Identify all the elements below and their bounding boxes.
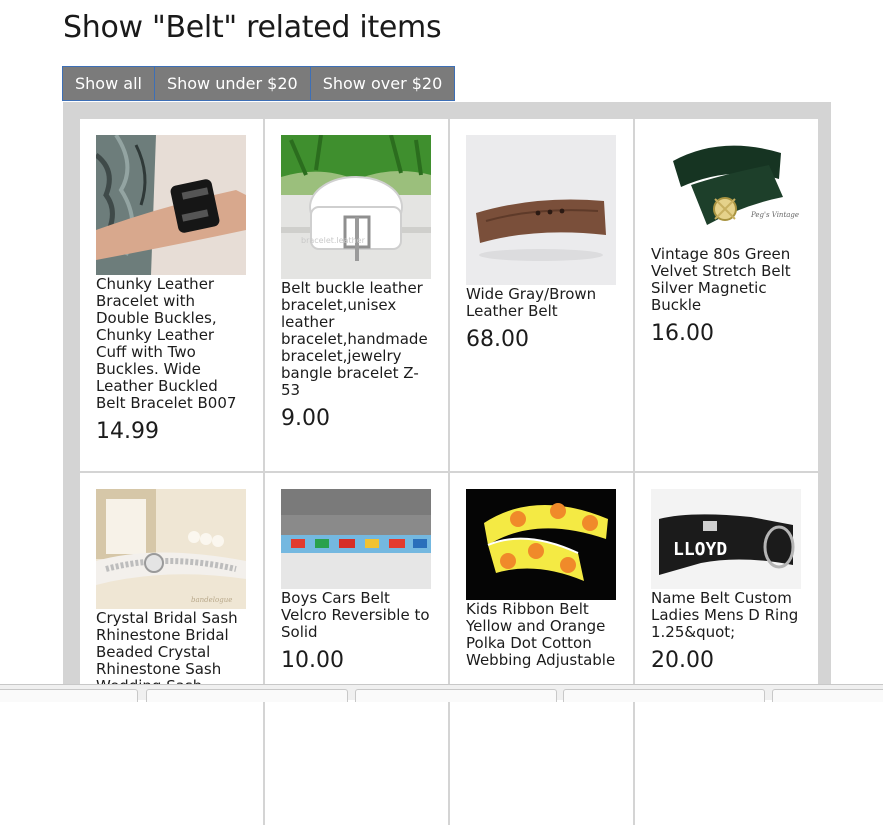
bottom-tab[interactable]: [563, 689, 765, 702]
product-card[interactable]: Kids Ribbon Belt Yellow and Orange Polka…: [450, 473, 633, 825]
belt-name-text: LLOYD: [673, 539, 727, 560]
product-title[interactable]: Chunky Leather Bracelet with Double Buck…: [96, 276, 247, 412]
product-title[interactable]: Name Belt Custom Ladies Mens D Ring 1.25…: [651, 590, 802, 641]
product-title[interactable]: Boys Cars Belt Velcro Reversible to Soli…: [281, 590, 432, 641]
product-title[interactable]: Kids Ribbon Belt Yellow and Orange Polka…: [466, 601, 617, 669]
page-title: Show "Belt" related items: [63, 10, 442, 45]
product-card[interactable]: LLOYD Name Belt Custom Ladies Mens D Rin…: [635, 473, 818, 825]
product-card[interactable]: Peg's Vintage Vintage 80s Green Velvet S…: [635, 119, 818, 471]
product-title[interactable]: Vintage 80s Green Velvet Stretch Belt Si…: [651, 246, 802, 314]
product-image[interactable]: [96, 135, 246, 275]
bottom-tab[interactable]: [772, 689, 883, 702]
product-card[interactable]: bracelet.leather Belt buckle leather bra…: [265, 119, 448, 471]
show-all-button[interactable]: Show all: [62, 66, 155, 101]
product-card[interactable]: Boys Cars Belt Velcro Reversible to Soli…: [265, 473, 448, 825]
product-title[interactable]: Crystal Bridal Sash Rhinestone Bridal Be…: [96, 610, 247, 695]
product-price: 20.00: [651, 648, 714, 673]
product-card[interactable]: Chunky Leather Bracelet with Double Buck…: [80, 119, 263, 471]
bottom-tab[interactable]: [146, 689, 348, 702]
bottom-tab-strip: [0, 684, 883, 702]
product-image[interactable]: [466, 489, 616, 600]
product-image[interactable]: LLOYD: [651, 489, 801, 589]
watermark-text: bracelet.leather: [301, 236, 366, 245]
results-panel: Chunky Leather Bracelet with Double Buck…: [63, 102, 831, 825]
watermark-text: bandelogue: [191, 596, 232, 604]
product-price: 10.00: [281, 648, 344, 673]
product-price: 16.00: [651, 321, 714, 346]
filter-button-group: Show all Show under $20 Show over $20: [62, 66, 456, 101]
bottom-tab[interactable]: [0, 689, 138, 702]
show-under-20-button[interactable]: Show under $20: [154, 66, 311, 101]
brand-watermark: Peg's Vintage: [750, 211, 799, 219]
show-over-20-button[interactable]: Show over $20: [310, 66, 456, 101]
product-card[interactable]: Wide Gray/Brown Leather Belt 68.00: [450, 119, 633, 471]
product-grid: Chunky Leather Bracelet with Double Buck…: [80, 119, 818, 825]
product-image[interactable]: Peg's Vintage: [651, 135, 801, 245]
product-price: 14.99: [96, 419, 159, 444]
product-image[interactable]: bracelet.leather: [281, 135, 431, 279]
product-card[interactable]: bandelogue Crystal Bridal Sash Rhineston…: [80, 473, 263, 825]
product-image[interactable]: [466, 135, 616, 285]
bottom-tab[interactable]: [355, 689, 557, 702]
product-image[interactable]: bandelogue: [96, 489, 246, 609]
product-price: 9.00: [281, 406, 330, 431]
product-title[interactable]: Belt buckle leather bracelet,unisex leat…: [281, 280, 432, 399]
product-image[interactable]: [281, 489, 431, 589]
product-title[interactable]: Wide Gray/Brown Leather Belt: [466, 286, 617, 320]
product-price: 68.00: [466, 327, 529, 352]
